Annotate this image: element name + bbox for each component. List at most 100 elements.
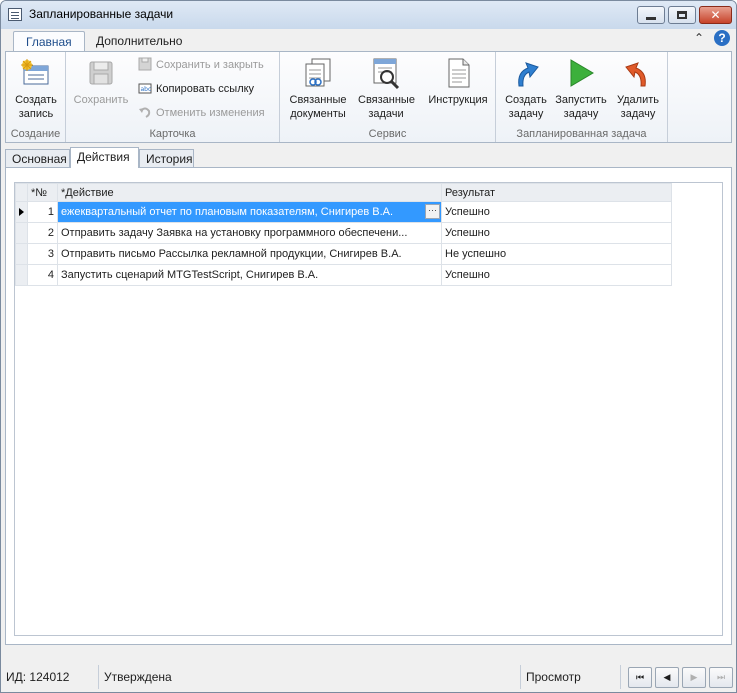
last-record-icon: ⏭ <box>716 672 726 682</box>
tab-history[interactable]: История <box>139 149 194 168</box>
related-documents-button[interactable]: Связанные документы <box>286 56 350 121</box>
actions-table: *№ *Действие Результат 1 ежеквартальный … <box>15 183 672 286</box>
result-cell[interactable]: Успешно <box>441 264 672 286</box>
help-icon[interactable]: ? <box>714 30 730 46</box>
create-record-label: Создать запись <box>15 94 57 120</box>
undo-icon <box>138 105 152 119</box>
delete-task-arrow-icon <box>622 56 654 90</box>
column-header-num[interactable]: *№ <box>27 183 58 202</box>
tab-main[interactable]: Главная <box>13 31 85 52</box>
close-button[interactable]: ✕ <box>699 6 732 24</box>
tab-actions[interactable]: Действия <box>70 147 139 168</box>
maximize-button[interactable] <box>668 6 696 24</box>
create-task-label: Создать задачу <box>505 94 547 120</box>
table-row[interactable]: 3 Отправить письмо Рассылка рекламной пр… <box>15 243 672 265</box>
record-id: ИД: 124012 <box>1 665 99 689</box>
ellipsis-button[interactable]: ··· <box>425 204 440 219</box>
current-row-arrow-icon <box>19 208 24 216</box>
view-mode: Просмотр <box>521 665 621 689</box>
group-label-service: Сервис <box>368 128 407 140</box>
related-documents-label: Связанные документы <box>289 94 347 120</box>
row-number[interactable]: 4 <box>27 264 58 286</box>
action-cell[interactable]: Запустить сценарий MTGTestScript, Снигир… <box>57 264 442 286</box>
instruction-button[interactable]: Инструкция <box>424 56 492 107</box>
create-record-button[interactable]: Создать запись <box>8 56 64 121</box>
last-record-button[interactable]: ⏭ <box>709 667 733 688</box>
table-row[interactable]: 4 Запустить сценарий MTGTestScript, Сниг… <box>15 264 672 286</box>
first-record-button[interactable]: ⏮ <box>628 667 652 688</box>
next-record-button[interactable]: ▶ <box>682 667 706 688</box>
result-cell[interactable]: Не успешно <box>441 243 672 265</box>
row-number[interactable]: 1 <box>27 201 58 223</box>
action-cell-editing[interactable]: ежеквартальный отчет по плановым показат… <box>57 201 442 223</box>
actions-panel: *№ *Действие Результат 1 ежеквартальный … <box>5 167 732 645</box>
instruction-document-icon <box>442 56 474 90</box>
svg-text:abc: abc <box>141 86 152 93</box>
result-cell[interactable]: Успешно <box>441 222 672 244</box>
row-number[interactable]: 2 <box>27 222 58 244</box>
column-header-result[interactable]: Результат <box>441 183 672 202</box>
start-task-label: Запустить задачу <box>555 94 607 120</box>
ribbon-collapse-icon[interactable]: ⌃ <box>694 31 704 45</box>
ribbon: Создать запись Создание Сохранить Сохран… <box>5 51 732 143</box>
group-creation: Создать запись Создание <box>6 52 66 142</box>
save-close-icon <box>138 57 152 71</box>
record-state: Утверждена <box>99 665 521 689</box>
tab-additional[interactable]: Дополнительно <box>84 31 194 52</box>
related-tasks-label: Связанные задачи <box>358 94 415 120</box>
close-icon: ✕ <box>710 8 721 22</box>
next-record-icon: ▶ <box>690 672 698 682</box>
create-task-button[interactable]: Создать задачу <box>500 56 552 121</box>
delete-task-button[interactable]: Удалить задачу <box>612 56 664 121</box>
create-task-arrow-icon <box>510 56 542 90</box>
previous-record-button[interactable]: ◀ <box>655 667 679 688</box>
window-title: Запланированные задачи <box>29 7 174 21</box>
minimize-button[interactable] <box>637 6 665 24</box>
group-label-card: Карточка <box>149 128 196 140</box>
save-disk-icon <box>85 56 117 90</box>
column-header-action[interactable]: *Действие <box>57 183 442 202</box>
instruction-label: Инструкция <box>428 94 488 106</box>
save-and-close-button[interactable]: Сохранить и закрыть <box>138 56 264 74</box>
save-button[interactable]: Сохранить <box>70 56 132 107</box>
row-indicator[interactable] <box>15 201 28 223</box>
group-service: Связанные документы Связанные задачи Инс… <box>280 52 496 142</box>
action-text: ежеквартальный отчет по плановым показат… <box>61 206 394 218</box>
related-tasks-button[interactable]: Связанные задачи <box>354 56 418 121</box>
related-documents-icon <box>302 56 334 90</box>
minimize-icon <box>646 16 656 20</box>
start-task-button[interactable]: Запустить задачу <box>552 56 610 121</box>
maximize-icon <box>677 11 687 19</box>
play-icon <box>565 56 597 90</box>
title-bar: Запланированные задачи ✕ <box>1 1 736 29</box>
cancel-changes-button[interactable]: Отменить изменения <box>138 104 265 122</box>
action-cell[interactable]: Отправить письмо Рассылка рекламной прод… <box>57 243 442 265</box>
group-card: Сохранить Сохранить и закрыть abc Копиро… <box>66 52 280 142</box>
action-cell[interactable]: Отправить задачу Заявка на установку про… <box>57 222 442 244</box>
row-indicator[interactable] <box>15 264 28 286</box>
new-record-icon <box>20 56 52 90</box>
result-cell[interactable]: Успешно <box>441 201 672 223</box>
window-icon <box>8 8 22 21</box>
table-row[interactable]: 2 Отправить задачу Заявка на установку п… <box>15 222 672 244</box>
delete-task-label: Удалить задачу <box>617 94 659 120</box>
save-and-close-label: Сохранить и закрыть <box>156 59 264 71</box>
status-bar: ИД: 124012 Утверждена Просмотр ⏮ ◀ ▶ ⏭ <box>1 663 736 692</box>
copy-link-button[interactable]: abc Копировать ссылку <box>138 80 254 98</box>
table-row[interactable]: 1 ежеквартальный отчет по плановым показ… <box>15 201 672 223</box>
table-header-row: *№ *Действие Результат <box>15 183 672 202</box>
tab-general[interactable]: Основная <box>5 149 70 168</box>
row-indicator[interactable] <box>15 222 28 244</box>
group-label-scheduled-task: Запланированная задача <box>516 128 647 140</box>
save-label: Сохранить <box>73 94 129 106</box>
group-label-creation: Создание <box>10 128 61 140</box>
row-indicator[interactable] <box>15 243 28 265</box>
app-window: Запланированные задачи ✕ Главная Дополни… <box>0 0 737 693</box>
row-indicator-header <box>15 183 28 202</box>
previous-record-icon: ◀ <box>663 672 671 682</box>
ribbon-tabs: Главная Дополнительно <box>1 29 736 52</box>
row-number[interactable]: 3 <box>27 243 58 265</box>
actions-grid: *№ *Действие Результат 1 ежеквартальный … <box>14 182 723 636</box>
cancel-changes-label: Отменить изменения <box>156 107 265 119</box>
related-tasks-icon <box>370 56 402 90</box>
